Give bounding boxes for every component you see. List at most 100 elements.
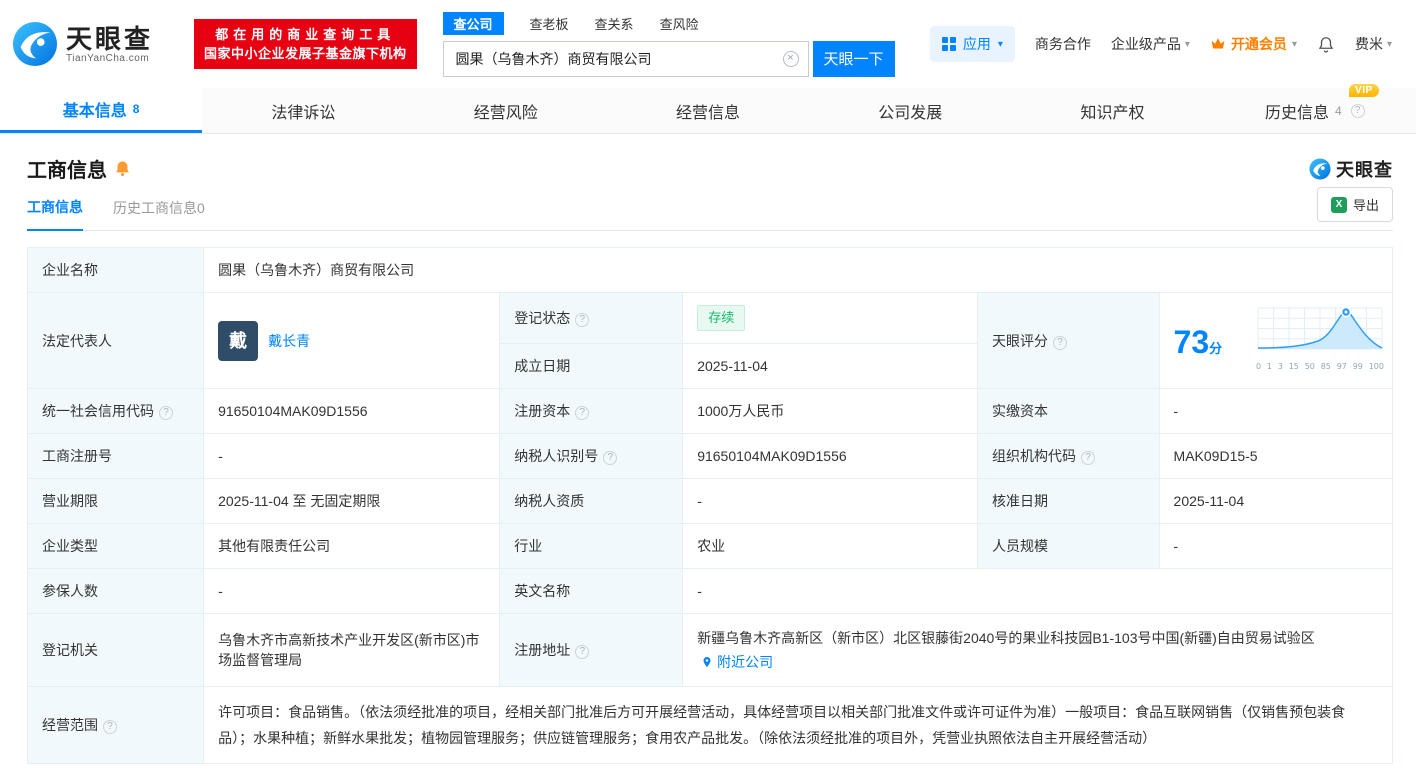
- banner-line1: 都在用的商业查询工具: [215, 27, 396, 42]
- help-icon[interactable]: ?: [1350, 103, 1365, 118]
- tab-basic-info[interactable]: 基本信息 8: [0, 88, 203, 133]
- tab-business-info[interactable]: 经营信息: [607, 88, 809, 133]
- subtab-history-business-info[interactable]: 历史工商信息0: [113, 198, 205, 230]
- help-icon[interactable]: ?: [575, 406, 590, 420]
- username: 费米: [1354, 36, 1383, 52]
- label-approval-date: 核准日期: [977, 478, 1160, 524]
- label-taxpayer-id: 纳税人识别号?: [499, 433, 684, 479]
- chevron-down-icon: ▾: [997, 38, 1003, 50]
- score-axis-tick: 50: [1304, 361, 1315, 371]
- value-taxpayer-id: 91650104MAK09D1556: [682, 433, 979, 479]
- label-text: 统一社会信用代码: [42, 403, 154, 419]
- search-tab-company[interactable]: 查公司: [442, 11, 504, 35]
- score-axis-tick: 100: [1368, 361, 1384, 371]
- company-nav-tabs: 基本信息 8 法律诉讼 经营风险 经营信息 公司发展 知识产权 历史信息 4 ?…: [0, 83, 1416, 134]
- tab-label: 经营风险: [473, 104, 538, 122]
- legal-rep-avatar[interactable]: 戴: [218, 320, 259, 361]
- value-insured: -: [203, 568, 501, 614]
- export-button[interactable]: X 导出: [1316, 187, 1393, 222]
- label-english-name: 英文名称: [499, 568, 684, 614]
- search-tab-relation[interactable]: 查关系: [595, 14, 634, 33]
- nearby-label: 附近公司: [717, 654, 774, 670]
- help-icon[interactable]: ?: [603, 451, 618, 465]
- label-credit-code: 统一社会信用代码?: [26, 388, 205, 434]
- label-business-scope: 经营范围?: [26, 686, 205, 764]
- watermark-brand: 天眼查: [1336, 159, 1393, 180]
- label-staff-size: 人员规模: [977, 523, 1160, 569]
- open-vip-link[interactable]: 开通会员 ▾: [1210, 34, 1297, 54]
- address-text: 新疆乌鲁木齐高新区（新市区）北区银藤街2040号的果业科技园B1-103号中国(…: [697, 630, 1315, 646]
- tab-label: 公司发展: [878, 104, 943, 122]
- search-button[interactable]: 天眼一下: [812, 40, 895, 77]
- label-industry: 行业: [499, 523, 684, 569]
- section-head: 工商信息 天眼查: [0, 134, 1416, 183]
- help-icon[interactable]: ?: [159, 406, 173, 420]
- help-icon[interactable]: ?: [103, 720, 117, 734]
- nearby-companies-link[interactable]: 附近公司: [701, 654, 773, 670]
- value-establish-date: 2025-11-04: [682, 343, 979, 389]
- label-business-term: 营业期限: [26, 478, 205, 524]
- link-business-cooperation[interactable]: 商务合作: [1035, 34, 1091, 54]
- value-taxpayer-quality: -: [682, 478, 979, 524]
- legal-rep-link[interactable]: 戴长青: [268, 331, 310, 351]
- search-tab-boss[interactable]: 查老板: [530, 14, 569, 33]
- apps-menu[interactable]: 应用 ▾: [929, 26, 1015, 62]
- label-text: 天眼评分: [992, 332, 1049, 349]
- tab-count: 8: [132, 102, 140, 116]
- label-score: 天眼评分?: [977, 292, 1160, 389]
- table-row: 参保人数 - 英文名称 -: [26, 568, 1393, 614]
- tianyancha-watermark: 天眼查: [1309, 156, 1393, 182]
- label-reg-status: 登记状态?: [499, 292, 684, 344]
- tab-legal-proceedings[interactable]: 法律诉讼: [202, 88, 404, 133]
- label-text: 组织机构代码: [992, 448, 1077, 464]
- tab-business-risk[interactable]: 经营风险: [405, 88, 607, 133]
- help-icon[interactable]: ?: [575, 313, 590, 327]
- search-tab-risk[interactable]: 查风险: [660, 14, 699, 33]
- brand-name: 天眼查: [66, 23, 154, 54]
- value-reg-number: -: [203, 433, 501, 479]
- help-icon[interactable]: ?: [1053, 335, 1068, 350]
- enterprise-products-label: 企业级产品: [1110, 36, 1181, 52]
- header-right: 应用 ▾ 商务合作 企业级产品 ▾ 开通会员 ▾ 费米 ▾: [929, 26, 1392, 62]
- help-icon[interactable]: ?: [1081, 451, 1096, 465]
- alert-bell-icon[interactable]: [114, 160, 131, 177]
- tab-count: 4: [1334, 103, 1342, 118]
- tab-company-development[interactable]: 公司发展: [809, 88, 1011, 133]
- search-input[interactable]: [442, 40, 809, 77]
- score-number: 73分: [1174, 325, 1223, 359]
- score-axis-tick: 97: [1336, 361, 1347, 371]
- score-axis-tick: 15: [1288, 361, 1299, 371]
- value-credit-code: 91650104MAK09D1556: [203, 388, 501, 434]
- subtabs: 工商信息 历史工商信息0 X 导出: [27, 187, 1393, 231]
- tab-intellectual-property[interactable]: 知识产权: [1011, 88, 1213, 133]
- score-axis-tick: 3: [1277, 361, 1283, 371]
- value-score: 73分 0 1 3 15 50 85 97 99 100: [1158, 292, 1394, 389]
- tab-history-info[interactable]: 历史信息 4 ? VIP: [1214, 83, 1416, 133]
- table-row: 企业名称 圆果（乌鲁木齐）商贸有限公司: [26, 247, 1393, 293]
- tianyancha-logo[interactable]: 天眼查 TianYanCha.com: [12, 21, 194, 67]
- apps-label: 应用: [962, 36, 991, 52]
- user-menu[interactable]: 费米 ▾: [1355, 34, 1392, 54]
- subtab-business-info[interactable]: 工商信息: [27, 197, 83, 231]
- location-pin-icon: [703, 657, 711, 667]
- tab-label: 基本信息: [62, 103, 127, 120]
- table-row: 统一社会信用代码? 91650104MAK09D1556 注册资本? 1000万…: [26, 388, 1394, 434]
- table-row: 工商注册号 - 纳税人识别号? 91650104MAK09D1556 组织机构代…: [26, 433, 1394, 479]
- export-label: 导出: [1352, 198, 1379, 213]
- value-approval-date: 2025-11-04: [1158, 478, 1394, 524]
- header: 天眼查 TianYanCha.com 都在用的商业查询工具 国家中小企业发展子基…: [0, 0, 1416, 88]
- label-org-code: 组织机构代码?: [977, 433, 1160, 479]
- label-reg-authority: 登记机关: [26, 613, 205, 687]
- value-paid-capital: -: [1158, 388, 1394, 434]
- help-icon[interactable]: ?: [575, 645, 590, 659]
- slogan-banner: 都在用的商业查询工具 国家中小企业发展子基金旗下机构: [194, 19, 417, 69]
- table-row: 营业期限 2025-11-04 至 无固定期限 纳税人资质 - 核准日期 202…: [26, 478, 1394, 524]
- grid-icon: [941, 37, 956, 51]
- link-enterprise-products[interactable]: 企业级产品 ▾: [1111, 34, 1190, 54]
- clear-icon[interactable]: ×: [782, 50, 799, 67]
- table-row: 登记机关 乌鲁木齐市高新技术产业开发区(新市区)市场监督管理局 注册地址? 新疆…: [26, 613, 1393, 687]
- vip-badge: VIP: [1349, 83, 1379, 97]
- brand-domain: TianYanCha.com: [66, 52, 150, 64]
- score-axis-tick: 85: [1320, 361, 1331, 371]
- notification-bell-icon[interactable]: [1317, 35, 1335, 54]
